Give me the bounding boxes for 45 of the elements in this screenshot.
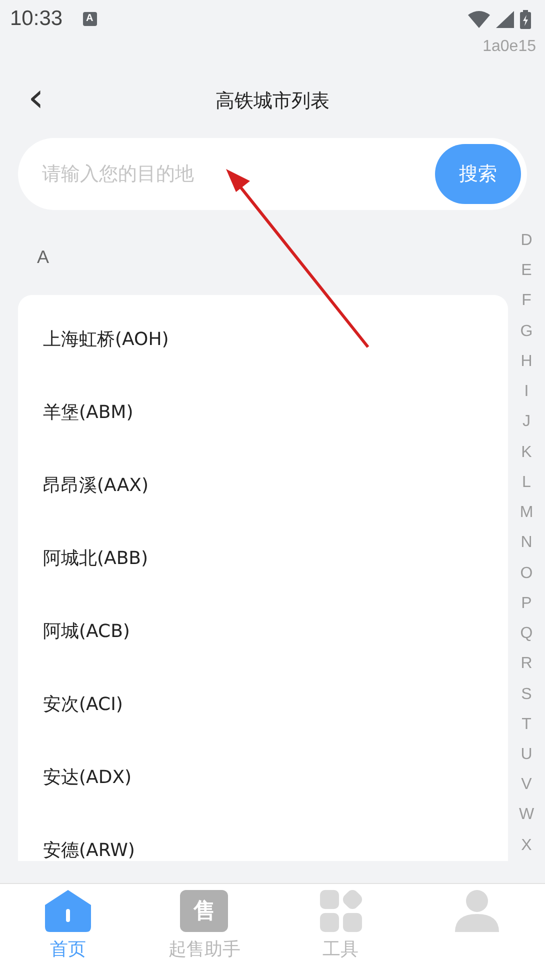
- index-letter[interactable]: E: [521, 256, 532, 286]
- battery-icon: [520, 10, 531, 28]
- index-letter[interactable]: N: [520, 528, 532, 559]
- notification-icon: A: [82, 12, 97, 26]
- person-icon: [454, 890, 499, 932]
- grid-icon: [320, 890, 362, 932]
- index-letter[interactable]: K: [521, 438, 532, 468]
- signal-icon: [496, 10, 514, 28]
- index-letter[interactable]: V: [521, 770, 532, 800]
- city-item[interactable]: 羊堡(ABM): [43, 400, 134, 424]
- nav-tab[interactable]: 首页: [0, 884, 136, 970]
- index-letter[interactable]: Q: [520, 619, 533, 650]
- wifi-icon: [468, 10, 490, 28]
- city-item[interactable]: 阿城北(ABB): [43, 546, 148, 570]
- back-button[interactable]: ‹: [24, 78, 48, 118]
- index-letter[interactable]: U: [520, 740, 532, 770]
- index-letter[interactable]: X: [521, 830, 532, 861]
- index-letter[interactable]: W: [518, 800, 534, 831]
- index-letter[interactable]: M: [520, 498, 534, 528]
- house-icon: [45, 890, 92, 932]
- index-letter[interactable]: F: [522, 286, 532, 317]
- index-letter[interactable]: O: [520, 558, 533, 589]
- index-letter[interactable]: I: [524, 377, 529, 408]
- index-letter[interactable]: G: [520, 316, 533, 347]
- city-item[interactable]: 阿城(ACB): [43, 618, 130, 642]
- index-letter[interactable]: P: [521, 588, 532, 620]
- city-item[interactable]: 上海虹桥(AOH): [43, 326, 169, 350]
- page-title: 高铁城市列表: [216, 89, 330, 114]
- index-letter[interactable]: T: [522, 710, 532, 740]
- nav-tab[interactable]: 工具: [272, 884, 409, 970]
- index-letter[interactable]: J: [522, 407, 530, 438]
- city-item[interactable]: 安达(ADX): [43, 764, 132, 788]
- section-letter: A: [37, 247, 50, 268]
- index-letter[interactable]: S: [521, 680, 532, 710]
- index-letter[interactable]: D: [520, 226, 532, 256]
- ticket-icon: 售: [180, 890, 228, 932]
- index-letter[interactable]: R: [520, 649, 532, 680]
- city-item[interactable]: 安德(ARW): [43, 838, 135, 861]
- index-letter[interactable]: L: [522, 468, 531, 498]
- debug-code: 1a0e15: [482, 38, 536, 57]
- index-letter[interactable]: H: [520, 346, 532, 378]
- nav-tab[interactable]: 售 起售助手: [136, 884, 272, 970]
- city-item[interactable]: 昂昂溪(AAX): [43, 472, 149, 496]
- city-item[interactable]: 安次(ACI): [43, 692, 123, 716]
- status-time: 10:33: [10, 7, 63, 31]
